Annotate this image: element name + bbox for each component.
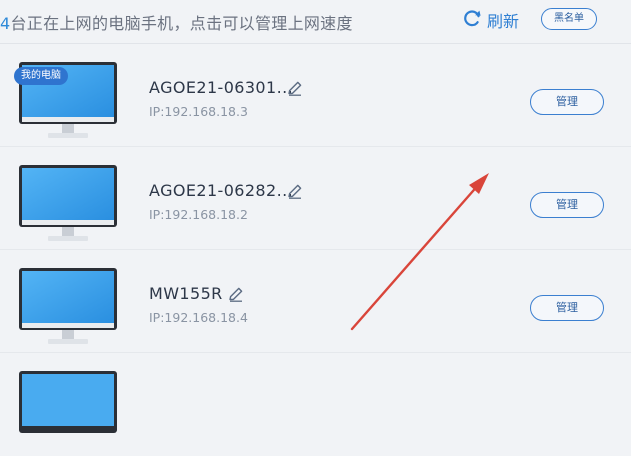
monitor-icon [18, 165, 118, 245]
manage-button[interactable]: 管理 [530, 295, 604, 321]
device-ip: IP:192.168.18.4 [149, 310, 248, 325]
header-bar: 4台正在上网的电脑手机，点击可以管理上网速度 刷新 黑名单 [0, 0, 631, 44]
device-name: AGOE21-06301... [149, 78, 294, 97]
row-divider [0, 146, 631, 147]
manage-button[interactable]: 管理 [530, 89, 604, 115]
device-name: AGOE21-06282... [149, 181, 294, 200]
refresh-icon [462, 8, 482, 32]
online-summary-text: 台正在上网的电脑手机，点击可以管理上网速度 [10, 14, 353, 33]
my-computer-badge: 我的电脑 [14, 67, 68, 85]
device-ip: IP:192.168.18.2 [149, 207, 248, 222]
pencil-edit-icon[interactable] [286, 79, 304, 97]
pencil-edit-icon[interactable] [227, 285, 245, 303]
row-divider [0, 249, 631, 250]
manage-button[interactable]: 管理 [530, 192, 604, 218]
monitor-icon [18, 371, 118, 451]
device-row: AGOE21-06282... IP:192.168.18.2 管理 [0, 148, 631, 250]
row-divider [0, 352, 631, 353]
refresh-label: 刷新 [487, 12, 520, 31]
device-name: MW155R [149, 284, 223, 303]
monitor-icon [18, 268, 118, 348]
device-row: 我的电脑 AGOE21-06301... IP:192.168.18.3 管理 [0, 45, 631, 147]
device-row: MW155R IP:192.168.18.4 管理 [0, 251, 631, 353]
blacklist-button[interactable]: 黑名单 [541, 8, 597, 30]
device-row-partial [0, 354, 631, 456]
refresh-button[interactable]: 刷新 [462, 7, 519, 33]
online-count: 4 [0, 14, 11, 33]
device-ip: IP:192.168.18.3 [149, 104, 248, 119]
pencil-edit-icon[interactable] [286, 182, 304, 200]
online-summary: 4台正在上网的电脑手机，点击可以管理上网速度 [0, 10, 353, 34]
